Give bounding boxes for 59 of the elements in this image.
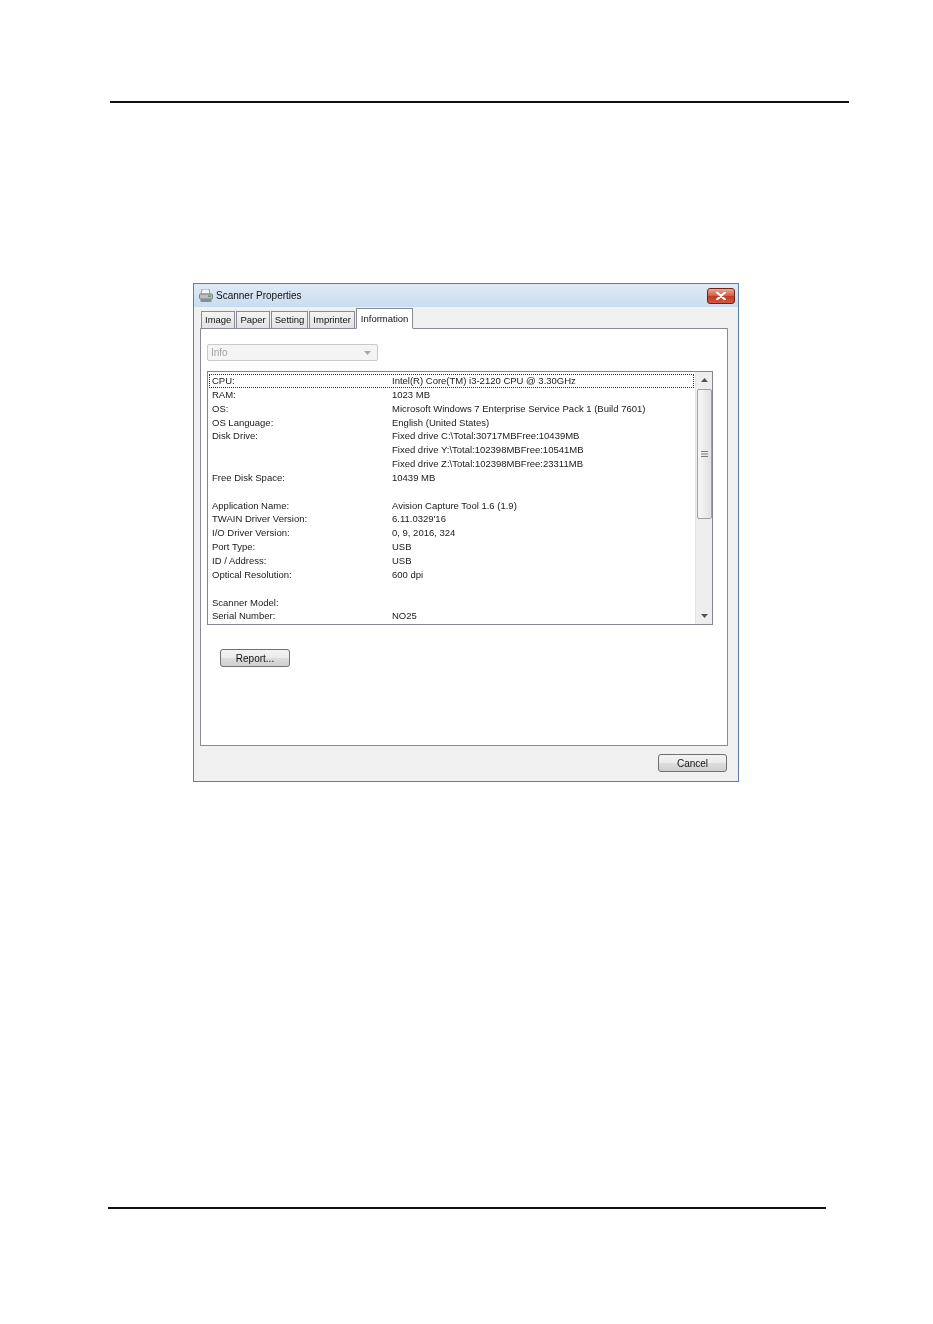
- close-icon: [716, 291, 726, 300]
- info-label: OS Language:: [211, 415, 275, 430]
- info-row[interactable]: ID / Address: USB: [209, 553, 694, 568]
- info-row[interactable]: Serial Number: NO25: [209, 609, 694, 624]
- info-value: 0, 9, 2016, 324: [392, 526, 456, 541]
- window-title: Scanner Properties: [216, 290, 303, 301]
- info-value: 1023 MB: [392, 387, 431, 402]
- info-label: CPU:: [211, 374, 236, 388]
- grip-icon: [700, 451, 708, 457]
- tab[interactable]: Setting: [270, 311, 309, 329]
- info-value: 600 dpi: [392, 567, 424, 582]
- info-value: English (United States): [392, 415, 490, 430]
- info-label: ID / Address:: [211, 553, 268, 568]
- info-row[interactable]: OS Language: English (United States): [209, 415, 694, 430]
- info-label: OS:: [211, 401, 230, 416]
- info-row[interactable]: TWAIN Driver Version: 6.11.0329'16: [209, 512, 694, 527]
- info-value: USB: [392, 540, 412, 554]
- caret-icon: [364, 350, 371, 355]
- info-row[interactable]: OS: Microsoft Windows 7 Enterprise Service Pack 1 (Build 7601): [209, 401, 694, 416]
- cancel-button[interactable]: Cancel: [658, 754, 727, 772]
- info-label: I/O Driver Version:: [211, 526, 291, 541]
- info-value: Avision Capture Tool 1.6 (1.9): [392, 498, 517, 513]
- info-value: Fixed drive Y:\Total:102398MBFree:10541MB: [392, 443, 584, 458]
- info-row[interactable]: Free Disk Space: 10439 MB: [209, 470, 694, 485]
- info-row[interactable]: Scanner Model:: [209, 595, 694, 610]
- close-button[interactable]: [707, 287, 735, 304]
- info-label: RAM:: [211, 387, 237, 402]
- tab[interactable]: Paper: [236, 311, 270, 329]
- info-value: Fixed drive C:\Total:30717MBFree:10439MB: [392, 429, 580, 444]
- scroll-up-icon[interactable]: [700, 378, 708, 382]
- info-value: NO25: [392, 609, 417, 624]
- info-row[interactable]: Optical Resolution: 600 dpi: [209, 567, 694, 582]
- info-value: 6.11.0329'16: [392, 512, 446, 527]
- tab[interactable]: Imprinter: [309, 311, 355, 329]
- info-label: Disk Drive:: [211, 429, 259, 444]
- scroll-down-icon[interactable]: [700, 614, 708, 618]
- info-label: Serial Number:: [211, 609, 277, 624]
- info-label: Free Disk Space:: [211, 470, 286, 485]
- info-label: Scanner Model:: [211, 595, 280, 610]
- info-row[interactable]: RAM: 1023 MB: [209, 387, 694, 402]
- info-row[interactable]: CPU: Intel(R) Core(TM) i3-2120 CPU @ 3.30GHz: [209, 374, 694, 388]
- info-label: Application Name:: [211, 498, 291, 513]
- info-value: USB: [392, 553, 412, 568]
- info-value: Intel(R) Core(TM) i3-2120 CPU @ 3.30GHz: [392, 374, 576, 388]
- info-label: TWAIN Driver Version:: [211, 512, 309, 527]
- info-label: Port Type:: [211, 540, 257, 554]
- info-row[interactable]: Port Type: USB: [209, 540, 694, 554]
- tab[interactable]: Image: [201, 311, 236, 329]
- info-row[interactable]: Application Name: Avision Capture Tool 1.6 (1.9): [209, 498, 694, 513]
- scroll-thumb[interactable]: [696, 389, 712, 519]
- info-value: Fixed drive Z:\Total:102398MBFree:23311MB: [392, 457, 583, 471]
- info-row[interactable]: I/O Driver Version: 0, 9, 2016, 324: [209, 526, 694, 541]
- tab[interactable]: Information: [355, 308, 414, 329]
- info-value: 10439 MB: [392, 470, 436, 485]
- info-label: Optical Resolution:: [211, 567, 293, 582]
- info-row[interactable]: Disk Drive: Fixed drive C:\Total:30717MBFree:10439MB Fixed drive Y:\Total:102398MBFree:10541MB Fixed drive Z:\Total:102398MBFree:23311MB: [209, 429, 694, 471]
- scanner-icon: [199, 289, 213, 302]
- info-value: Microsoft Windows 7 Enterprise Service Pack 1 (Build 7601): [392, 401, 646, 416]
- report-button[interactable]: Report...: [220, 649, 290, 667]
